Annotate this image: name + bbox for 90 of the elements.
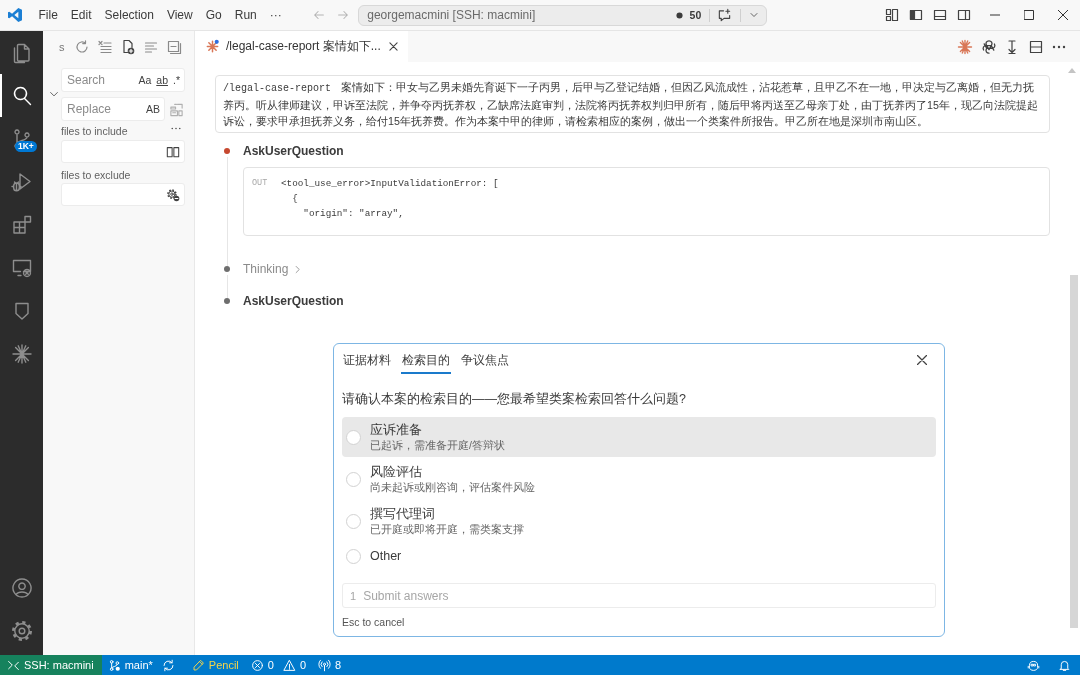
broadcast-icon	[318, 658, 332, 672]
hint-text: Esc to cancel	[342, 616, 406, 629]
prompt-message: /legal-case-report 案情如下：甲女与乙男未婚先育诞下一子丙男，后甲与乙登记结婚，但因乙风流成性，沾花惹草，且甲乙不在一地，甲决定与乙离婚，但无力抚养丙。听从律师建议，甲诉至法院，并争夺丙抚养权，乙缺席法庭审判，法院将丙抚养权判归甲所有，随后甲将丙送至乙母亲丁处，由丁抚养丙了15年，现乙向法院提起诉讼，要求甲承担抚养义务，给付15年抚养费。作为本案中甲的律师，请检索相应的案例，做出一个类案件所报告。甲乙所在地是深圳市南山区。	[215, 75, 1050, 133]
scrollbar-thumb[interactable]	[1070, 275, 1078, 628]
radio-button[interactable]	[346, 548, 361, 564]
include-label: files to include	[61, 125, 128, 137]
sparkle-icon	[9, 341, 34, 366]
app-logo-icon	[7, 7, 23, 23]
output-label: OUT	[252, 177, 269, 190]
settings-icon	[9, 618, 34, 643]
knot-icon[interactable]	[980, 38, 997, 55]
answer-option[interactable]: 应诉准备 已起诉，需准备开庭/答辩状	[342, 417, 936, 457]
split-layout-icon[interactable]	[1027, 38, 1044, 55]
regex-toggle[interactable]: .*	[173, 74, 180, 86]
code-output: <tool_use_error>InputValidationError: [ { "origin": "array",	[281, 177, 499, 221]
more-icon[interactable]	[170, 125, 182, 131]
branch-button[interactable]: main*	[101, 655, 159, 675]
branch-icon	[107, 658, 121, 672]
close-icon[interactable]	[917, 355, 927, 365]
sync-icon[interactable]	[161, 658, 175, 672]
replace-field[interactable]: Replace AB	[61, 97, 165, 121]
bell-icon[interactable]	[1058, 658, 1071, 672]
answer-option[interactable]: 风险评估 尚未起诉或刚咨询，评估案件风险	[342, 459, 936, 499]
radio-button[interactable]	[346, 471, 361, 487]
search-field[interactable]: Search Aa ab .*	[61, 68, 185, 92]
whole-word-toggle[interactable]: ab	[156, 74, 168, 86]
pencil-icon	[191, 658, 205, 672]
option-description: 已开庭或即将开庭，需类案支撑	[370, 521, 524, 537]
menu-item[interactable]: Run	[228, 5, 264, 25]
answer-option[interactable]: Other	[342, 543, 936, 569]
activity-bar-item[interactable]: 1K+	[0, 117, 43, 160]
option-label: 应诉准备	[370, 421, 423, 438]
close-icon	[1058, 10, 1068, 20]
account-icon	[9, 575, 34, 600]
radio-button[interactable]	[346, 429, 361, 445]
exclude-field[interactable]	[61, 183, 185, 206]
panel-title: s	[59, 41, 65, 53]
option-description: 已起诉，需准备开庭/答辩状	[370, 437, 505, 453]
collapse-icon[interactable]	[166, 39, 182, 55]
gear-minus-icon[interactable]	[166, 187, 180, 202]
more-menu-button[interactable]: ···	[263, 5, 289, 25]
close-icon[interactable]	[388, 42, 398, 51]
robot-icon[interactable]	[1027, 658, 1040, 672]
preserve-case-toggle[interactable]: AB	[146, 103, 160, 115]
dot-icon	[675, 11, 683, 19]
step-title: AskUserQuestion	[243, 294, 344, 308]
include-field[interactable]	[61, 140, 185, 163]
command-center[interactable]: georgemacmini [SSH: macmini] 50	[358, 4, 768, 26]
count-label: 50	[689, 9, 702, 21]
option-label: 撰写代理词	[370, 505, 436, 522]
clear-results-icon[interactable]	[97, 39, 113, 55]
more-icon[interactable]	[1051, 43, 1067, 50]
case-toggle[interactable]: Aa	[138, 74, 152, 86]
exclude-label: files to exclude	[61, 169, 131, 181]
answer-option[interactable]: 撰写代理词 已开庭或即将开庭，需类案支撑	[342, 501, 936, 541]
sparkle-icon[interactable]	[957, 38, 973, 55]
sparkle-icon	[205, 39, 220, 54]
menu-item[interactable]: View	[160, 5, 200, 25]
error-icon	[250, 658, 264, 672]
menu-item[interactable]: File	[32, 5, 65, 25]
option-label: 风险评估	[370, 463, 423, 480]
menu-item[interactable]: Edit	[64, 5, 99, 25]
remote-icon	[7, 658, 20, 672]
radio-button[interactable]	[346, 513, 361, 529]
refresh-icon[interactable]	[74, 39, 90, 55]
maximize-icon	[1024, 10, 1034, 20]
ports-button[interactable]: 8	[312, 655, 348, 675]
question-text: 请确认本案的检索目的——您最希望类案检索回答什么问题?	[342, 392, 687, 407]
dialog-tab[interactable]: 检索目的	[401, 353, 451, 374]
dialog-tab[interactable]: 证据材料	[342, 353, 392, 374]
book-icon[interactable]	[166, 144, 180, 159]
dialog-tab[interactable]: 争议焦点	[460, 353, 510, 374]
workspace-title[interactable]: georgemacmini [SSH: macmini]	[367, 8, 536, 22]
warning-icon	[282, 658, 296, 672]
remote-button[interactable]: SSH: macmini	[0, 655, 102, 675]
sidebar-right-icon[interactable]	[956, 7, 972, 23]
customize-layout-icon[interactable]	[884, 7, 900, 23]
option-label: Other	[370, 548, 402, 564]
menu-item[interactable]: Selection	[98, 5, 161, 25]
sidebar-left-icon[interactable]	[908, 7, 924, 23]
chat-sparkle-icon[interactable]	[717, 7, 733, 23]
panel-bottom-icon[interactable]	[932, 7, 948, 23]
count-badge: 1K+	[15, 141, 37, 152]
thinking-toggle[interactable]: Thinking	[243, 262, 304, 276]
menu-item[interactable]: Go	[199, 5, 229, 25]
option-description: 尚未起诉或刚咨询，评估案件风险	[370, 479, 535, 495]
step-title: AskUserQuestion	[243, 144, 344, 158]
problems-button[interactable]: 0 0	[244, 655, 313, 675]
new-file-icon[interactable]	[120, 39, 136, 55]
editor-tab[interactable]: /legal-case-report 案情如下...	[195, 31, 408, 62]
